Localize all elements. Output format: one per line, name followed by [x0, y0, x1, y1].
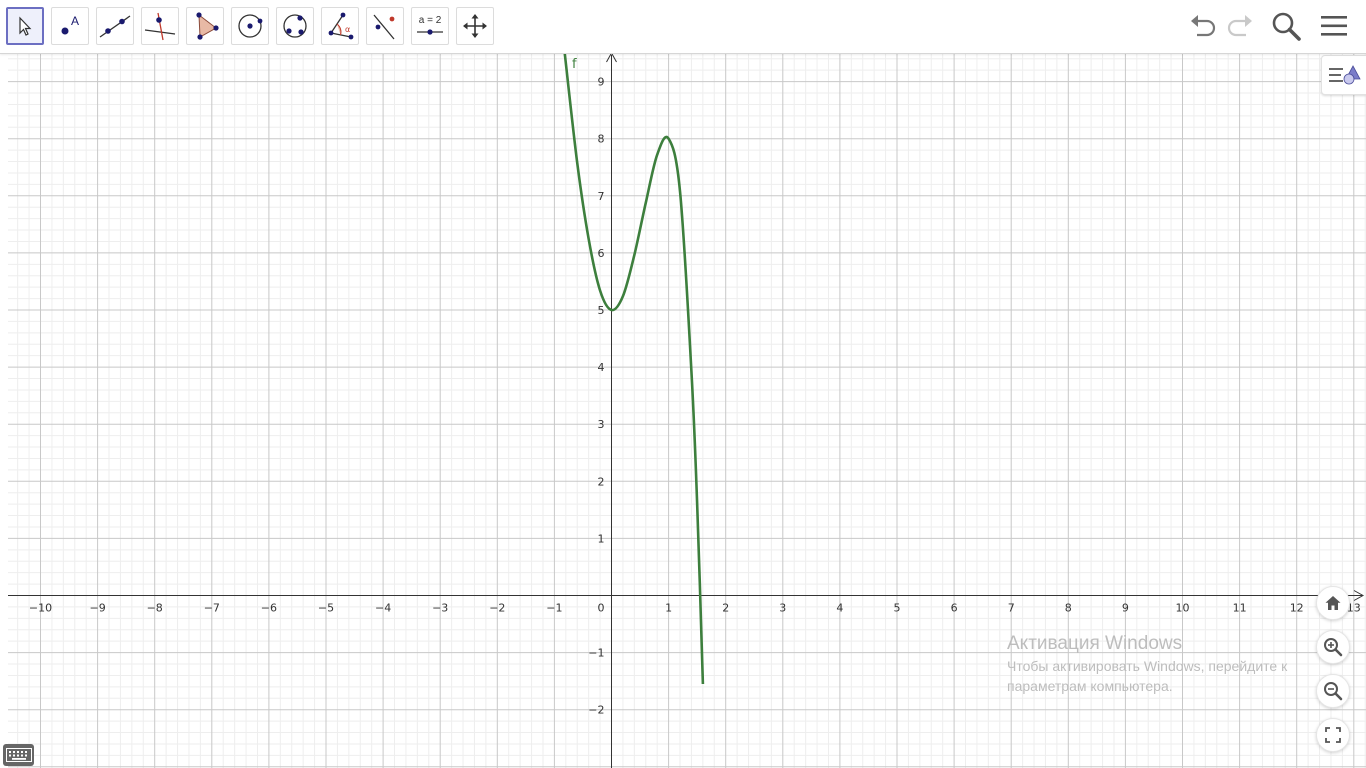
x-tick-label: 8 [1065, 602, 1072, 615]
line-icon [99, 15, 131, 38]
move-graphics-view-tool-button[interactable] [456, 7, 494, 45]
zoom-in-icon [1324, 638, 1343, 657]
zoom-out-icon [1324, 682, 1343, 701]
search-icon [1272, 12, 1301, 41]
redo-button[interactable] [1222, 8, 1258, 44]
y-tick-label: 9 [598, 76, 605, 89]
windows-activation-watermark: Активация Windows Чтобы активировать Win… [1007, 632, 1317, 696]
angle-icon: α [328, 12, 354, 40]
line-tool-button[interactable] [96, 7, 134, 45]
x-tick-label: −2 [489, 602, 505, 615]
x-tick-label: −10 [29, 602, 52, 615]
perpendicular-line-tool-button[interactable] [141, 7, 179, 45]
circle-center-point-tool-button[interactable] [231, 7, 269, 45]
slider-tool-label: a = 2 [419, 15, 442, 26]
angle-symbol: α [345, 25, 350, 34]
style-bar-toggle-icon [1329, 65, 1361, 85]
x-tick-label: 0 [598, 602, 605, 615]
x-tick-label: −5 [318, 602, 334, 615]
x-tick-label: −4 [375, 602, 391, 615]
x-tick-label: 11 [1233, 602, 1247, 615]
redo-icon [1227, 15, 1252, 37]
point-tool-letter: A [71, 14, 79, 28]
slider-tool-button[interactable]: a = 2 [411, 7, 449, 45]
main-menu-button[interactable] [1316, 8, 1352, 44]
perpendicular-line-icon [144, 12, 176, 41]
y-tick-label: 5 [598, 304, 605, 317]
x-tick-label: −8 [147, 602, 163, 615]
function-f-curve[interactable] [563, 53, 705, 685]
move-tool-button[interactable] [6, 7, 44, 45]
angle-tool-button[interactable]: α [321, 7, 359, 45]
cursor-arrow-icon [19, 16, 32, 36]
x-tick-label: 1 [665, 602, 672, 615]
fullscreen-button[interactable] [1316, 718, 1350, 752]
function-f-label[interactable]: f [572, 57, 577, 72]
y-tick-label: 3 [598, 418, 605, 431]
standard-view-button[interactable] [1316, 586, 1350, 620]
keyboard-icon [5, 748, 32, 762]
y-tick-label: −1 [588, 647, 604, 660]
y-tick-labels: −2 −1 1 2 3 4 5 6 7 8 9 [588, 76, 604, 717]
x-tick-label: −3 [432, 602, 448, 615]
x-tick-label: 10 [1176, 602, 1190, 615]
zoom-in-button[interactable] [1316, 630, 1350, 664]
y-tick-label: 1 [598, 532, 605, 545]
virtual-keyboard-button[interactable] [3, 744, 34, 766]
x-tick-label: 3 [779, 602, 786, 615]
x-tick-label: 5 [894, 602, 901, 615]
x-tick-label: −6 [261, 602, 277, 615]
polygon-icon [196, 12, 219, 40]
watermark-subtitle: Чтобы активировать Windows, перейдите к … [1007, 658, 1288, 694]
move-arrows-icon [463, 14, 487, 38]
y-tick-label: 7 [598, 190, 605, 203]
menu-icon [1321, 16, 1347, 36]
x-tick-labels: −10 −9 −8 −7 −6 −5 −4 −3 −2 −1 0 1 2 3 4 5 6 7 8 9 10 11 12 13 [29, 602, 1361, 615]
x-tick-label: 2 [722, 602, 729, 615]
x-tick-label: −7 [204, 602, 220, 615]
y-tick-label: −2 [588, 704, 604, 717]
watermark-title: Активация Windows [1007, 633, 1183, 654]
style-bar-toggle-button[interactable] [1321, 55, 1366, 95]
x-tick-label: 6 [951, 602, 958, 615]
x-tick-label: 12 [1290, 602, 1304, 615]
x-tick-label: −9 [89, 602, 105, 615]
y-tick-label: 2 [598, 475, 605, 488]
x-tick-label: 7 [1008, 602, 1015, 615]
search-button[interactable] [1268, 8, 1304, 44]
slider-icon: a = 2 [417, 15, 443, 35]
point-icon: A [61, 14, 79, 35]
undo-icon [1191, 15, 1216, 37]
y-tick-label: 4 [598, 361, 605, 374]
circle-three-points-tool-button[interactable] [276, 7, 314, 45]
y-tick-label: 8 [598, 133, 605, 146]
toolbar: A α a = 2 [0, 0, 1366, 54]
geogebra-app: A α a = 2 −10 −9 −8 −7 −6 −5 −4 −3 −2 −1… [0, 0, 1366, 768]
x-tick-label: −1 [546, 602, 562, 615]
circle-three-points-icon [283, 14, 307, 38]
x-tick-label: 4 [836, 602, 843, 615]
point-tool-button[interactable]: A [51, 7, 89, 45]
undo-button[interactable] [1185, 8, 1221, 44]
home-icon [1325, 596, 1341, 610]
polygon-tool-button[interactable] [186, 7, 224, 45]
x-tick-label: 9 [1122, 602, 1129, 615]
fullscreen-icon [1325, 727, 1341, 743]
y-tick-label: 6 [598, 247, 605, 260]
reflect-icon [373, 14, 395, 40]
circle-center-icon [238, 14, 263, 38]
reflect-tool-button[interactable] [366, 7, 404, 45]
zoom-out-button[interactable] [1316, 674, 1350, 708]
